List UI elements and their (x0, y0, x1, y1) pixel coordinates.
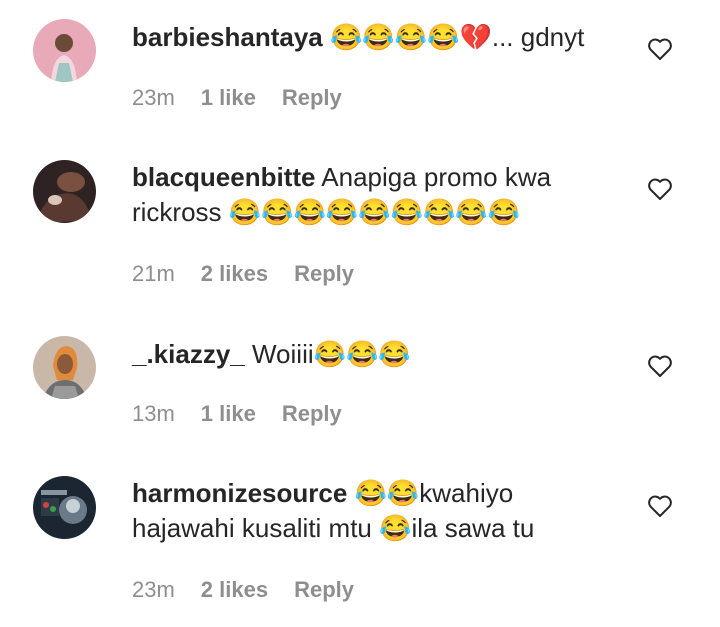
comment-username[interactable]: barbieshantaya (132, 22, 323, 52)
avatar[interactable] (33, 336, 96, 399)
heart-outline-icon[interactable] (647, 177, 673, 201)
comment-text: 😂😂😂😂💔... gdnyt (329, 22, 585, 52)
avatar[interactable] (33, 476, 96, 539)
comment-timestamp: 23m (132, 85, 175, 110)
reply-button[interactable]: Reply (294, 261, 354, 287)
reply-button[interactable]: Reply (282, 85, 342, 111)
comment-like-count[interactable]: 2 likes (201, 261, 268, 287)
heart-outline-icon[interactable] (647, 354, 673, 378)
comment-timestamp: 13m (132, 401, 175, 426)
reply-button[interactable]: Reply (282, 401, 342, 427)
comment-text-continued: rickross 😂😂😂😂😂😂😂😂😂 (132, 197, 521, 227)
comment-username[interactable]: _.kiazzy_ (132, 339, 245, 369)
comment-text: 😂😂kwahiyo (354, 478, 514, 508)
comment-like-count[interactable]: 1 like (201, 85, 256, 111)
comment-text: Anapiga promo kwa (321, 162, 552, 192)
reply-button[interactable]: Reply (294, 577, 354, 603)
heart-outline-icon[interactable] (647, 494, 673, 518)
comment-like-count[interactable]: 1 like (201, 401, 256, 427)
avatar[interactable] (33, 19, 96, 82)
comment-username[interactable]: harmonizesource (132, 478, 347, 508)
avatar[interactable] (33, 160, 96, 223)
comment-text: Woiiii😂😂😂 (251, 339, 411, 369)
comment-text-continued: hajawahi kusaliti mtu 😂ila sawa tu (132, 513, 535, 543)
comment-timestamp: 21m (132, 261, 175, 286)
heart-outline-icon[interactable] (647, 37, 673, 61)
comment-timestamp: 23m (132, 577, 175, 602)
comment-like-count[interactable]: 2 likes (201, 577, 268, 603)
comment-username[interactable]: blacqueenbitte (132, 162, 315, 192)
